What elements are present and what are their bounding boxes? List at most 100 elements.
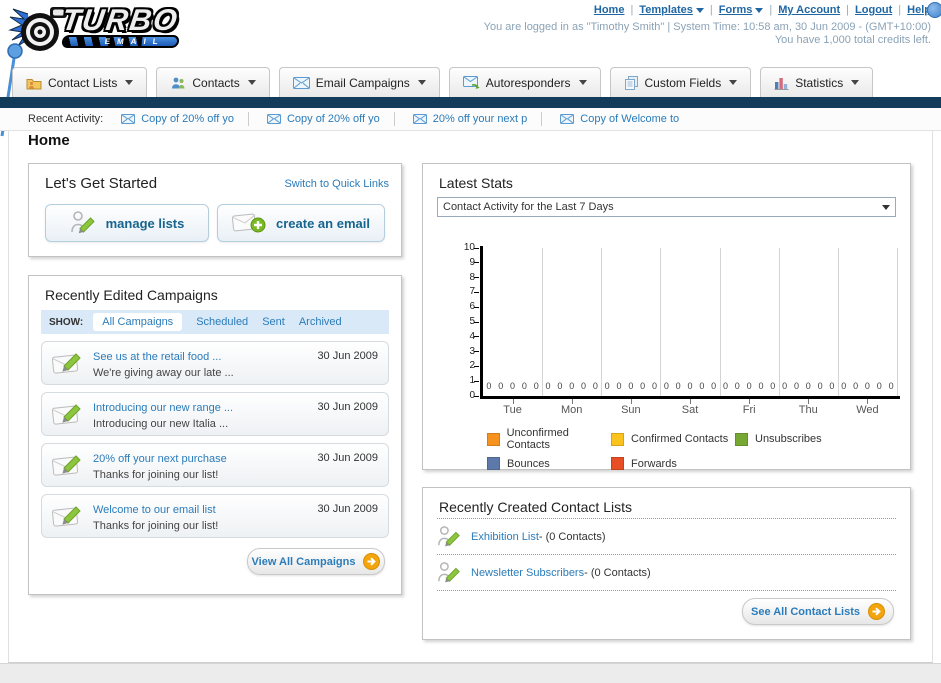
chart-day-label: Sun bbox=[621, 404, 641, 416]
campaign-row[interactable]: Introducing our new range ... Introducin… bbox=[41, 392, 389, 436]
autoresponders-icon bbox=[462, 76, 480, 89]
chart-value-label: 0 bbox=[687, 381, 693, 391]
link-logout[interactable]: Logout bbox=[855, 4, 892, 16]
recent-activity-bar: Recent Activity: Copy of 20% off yo Copy… bbox=[0, 108, 941, 131]
chart-y-tick bbox=[474, 351, 479, 353]
tab-scheduled[interactable]: Scheduled bbox=[196, 316, 248, 328]
see-all-contact-lists-button[interactable]: See All Contact Lists bbox=[742, 598, 894, 625]
chart-value-label: 0 bbox=[734, 381, 740, 391]
link-my-account[interactable]: My Account bbox=[778, 4, 840, 16]
link-home[interactable]: Home bbox=[594, 4, 625, 16]
envelope-pencil-icon bbox=[52, 455, 81, 476]
nav-divider-bar bbox=[0, 97, 941, 108]
campaign-subject: Introducing our new Italia ... bbox=[93, 418, 229, 430]
nav-statistics[interactable]: Statistics bbox=[760, 67, 874, 97]
chart-y-tick bbox=[474, 262, 479, 264]
contact-list-link[interactable]: Newsletter Subscribers bbox=[471, 567, 584, 579]
chart-value-label: 0 bbox=[651, 381, 657, 391]
chevron-down-icon bbox=[247, 80, 256, 85]
campaigns-filter-bar: SHOW: All Campaigns Scheduled Sent Archi… bbox=[41, 310, 389, 334]
tab-all-campaigns[interactable]: All Campaigns bbox=[93, 313, 183, 331]
link-templates[interactable]: Templates bbox=[639, 4, 704, 16]
chevron-down-icon bbox=[125, 80, 134, 85]
chart-value-label: 0 bbox=[616, 381, 622, 391]
chart-y-tick-label: 2 bbox=[469, 360, 475, 372]
chart-y-tick bbox=[474, 291, 479, 293]
campaign-link[interactable]: 20% off your next purchase bbox=[93, 453, 227, 465]
chart-y-tick bbox=[474, 277, 479, 279]
page: TURBO EMAIL Home | Templates | Forms | M… bbox=[0, 0, 941, 683]
nav-autoresponders[interactable]: Autoresponders bbox=[448, 67, 601, 97]
legend-label: Unsubscribes bbox=[755, 433, 822, 445]
chart-value-label: 0 bbox=[711, 381, 717, 391]
chart-legend: Unconfirmed Contacts Confirmed Contacts Un… bbox=[487, 427, 822, 470]
legend-label: Bounces bbox=[507, 457, 550, 470]
view-all-campaigns-button[interactable]: View All Campaigns bbox=[247, 548, 385, 575]
campaign-subject: Thanks for joining our list! bbox=[93, 469, 219, 481]
chart-day-label: Wed bbox=[856, 404, 879, 416]
chart-value-label: 0 bbox=[498, 381, 504, 391]
chart-value-label: 0 bbox=[805, 381, 811, 391]
stats-chart: 0 1 2 3 4 5 6 7 8 9 10 0 0 0 0 0 Tue 0 0 0 0 0 Mon 0 0 0 0 0 Sun 0 0 0 0… bbox=[423, 224, 912, 426]
contact-list-count: - (0 Contacts) bbox=[538, 530, 606, 543]
chevron-down-icon bbox=[695, 7, 704, 13]
recent-activity-item[interactable]: Copy of 20% off yo bbox=[266, 113, 380, 125]
nav-custom-fields[interactable]: Custom Fields bbox=[609, 67, 752, 97]
chart-value-label: 0 bbox=[592, 381, 598, 391]
legend-swatch bbox=[487, 432, 500, 446]
recent-activity-item[interactable]: Copy of Welcome to bbox=[560, 113, 679, 125]
create-email-button[interactable]: create an email bbox=[217, 204, 385, 242]
envelope-icon bbox=[121, 114, 136, 124]
recent-activity-item[interactable]: 20% off your next p bbox=[412, 113, 527, 125]
chart-y-tick bbox=[474, 395, 479, 397]
campaign-row[interactable]: See us at the retail food ... We're givi… bbox=[41, 341, 389, 385]
chart-y-tick-label: 0 bbox=[469, 390, 475, 401]
tab-sent[interactable]: Sent bbox=[262, 316, 285, 328]
chart-y-tick bbox=[474, 247, 479, 249]
chart-day-label: Sat bbox=[681, 404, 699, 416]
legend-item: Bounces bbox=[487, 457, 611, 470]
campaign-row[interactable]: Welcome to our email list Thanks for joi… bbox=[41, 494, 389, 538]
chart-gridline bbox=[601, 248, 603, 396]
tab-archived[interactable]: Archived bbox=[299, 316, 342, 328]
logo-email-bar: EMAIL bbox=[61, 35, 180, 48]
chart-value-label: 0 bbox=[864, 381, 870, 391]
link-forms[interactable]: Forms bbox=[719, 4, 764, 16]
manage-lists-button[interactable]: manage lists bbox=[45, 204, 209, 242]
latest-stats-title: Latest Stats bbox=[439, 175, 513, 191]
legend-swatch bbox=[735, 432, 748, 446]
chart-y-tick-label: 6 bbox=[469, 301, 475, 313]
legend-label: Forwards bbox=[631, 457, 677, 470]
chart-y-tick bbox=[474, 380, 479, 382]
email-campaigns-icon bbox=[292, 76, 310, 89]
person-pencil-icon bbox=[438, 525, 460, 546]
page-footer bbox=[0, 663, 941, 683]
campaign-row[interactable]: 20% off your next purchase Thanks for jo… bbox=[41, 443, 389, 487]
contact-lists-title: Recently Created Contact Lists bbox=[439, 499, 632, 515]
legend-item: Unconfirmed Contacts bbox=[487, 427, 611, 451]
chart-y-tick bbox=[474, 365, 479, 367]
stats-period-select[interactable]: Contact Activity for the Last 7 Days bbox=[437, 197, 896, 217]
recent-activity-item[interactable]: Copy of 20% off yo bbox=[121, 113, 234, 125]
envelope-icon bbox=[412, 114, 427, 124]
contact-list-row[interactable]: Exhibition List - (0 Contacts) bbox=[437, 519, 896, 555]
campaign-link[interactable]: Introducing our new range ... bbox=[93, 402, 233, 414]
campaign-link[interactable]: See us at the retail food ... bbox=[93, 351, 221, 363]
switch-quick-links[interactable]: Switch to Quick Links bbox=[284, 178, 389, 190]
envelope-pencil-icon bbox=[52, 404, 81, 425]
chevron-down-icon bbox=[755, 7, 764, 13]
contact-list-row[interactable]: Newsletter Subscribers - (0 Contacts) bbox=[437, 555, 896, 591]
credits-remaining: You have 1,000 total credits left. bbox=[774, 34, 931, 46]
nav-contacts[interactable]: Contacts bbox=[156, 67, 270, 97]
campaign-link[interactable]: Welcome to our email list bbox=[93, 504, 216, 516]
logo-title: TURBO bbox=[59, 4, 182, 37]
decoration-pin-right bbox=[927, 2, 941, 18]
contact-list-link[interactable]: Exhibition List bbox=[471, 531, 539, 543]
legend-label: Unconfirmed Contacts bbox=[506, 427, 569, 451]
nav-contact-lists[interactable]: Contact Lists bbox=[12, 67, 148, 97]
chart-gridline bbox=[719, 248, 721, 396]
nav-email-campaigns[interactable]: Email Campaigns bbox=[278, 67, 440, 97]
chart-value-label: 0 bbox=[793, 381, 799, 391]
chart-gridline bbox=[897, 248, 898, 396]
chart-y-tick bbox=[474, 336, 479, 338]
